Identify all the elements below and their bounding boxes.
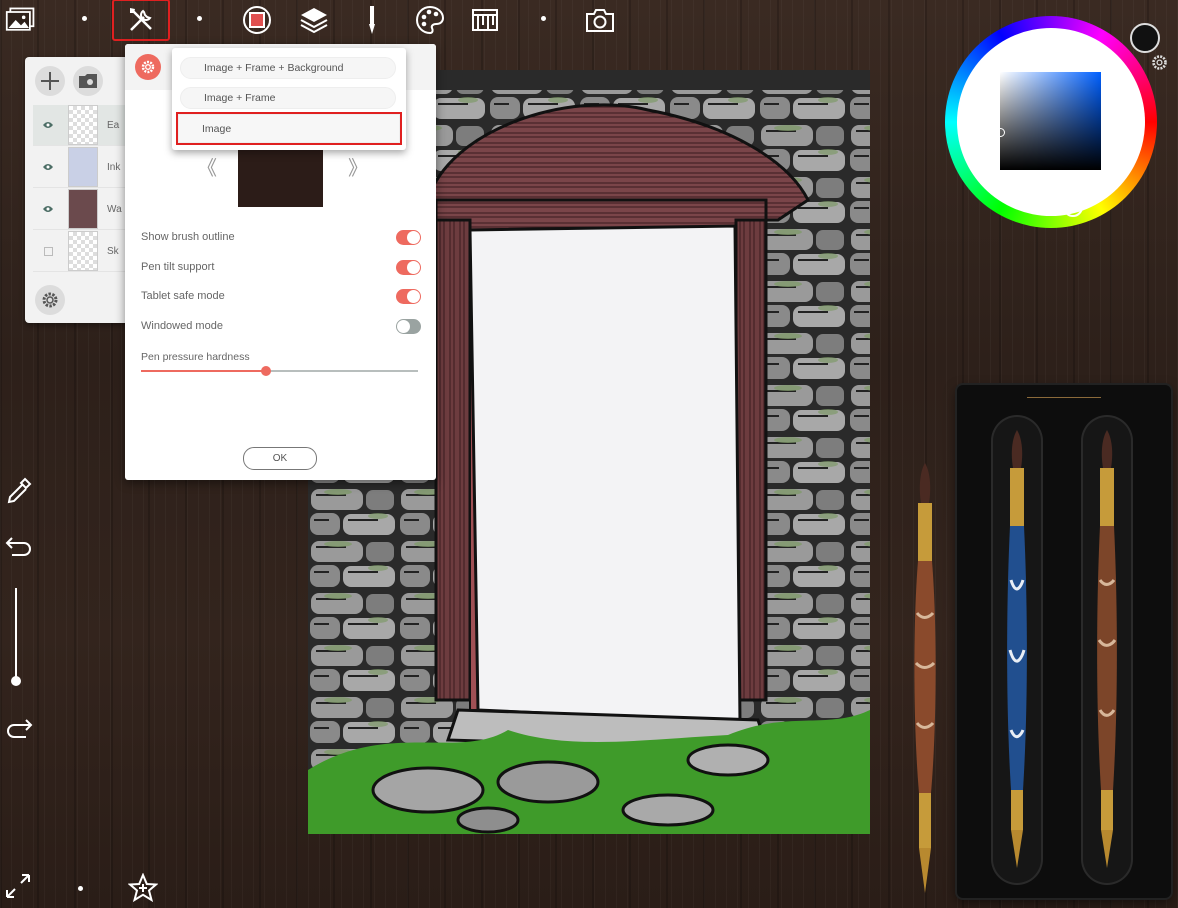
eye-icon[interactable] [33, 205, 63, 213]
setting-show-brush-outline: Show brush outline [141, 227, 421, 247]
option-image-frame-background[interactable]: Image + Frame + Background [180, 57, 396, 79]
toolbar-separator-dot [197, 16, 202, 21]
camera-icon[interactable] [584, 4, 616, 36]
frame-icon[interactable] [241, 4, 273, 36]
eye-icon[interactable] [33, 121, 63, 129]
layer-thumbnail [68, 189, 98, 229]
setting-windowed-mode: Windowed mode [141, 316, 421, 336]
export-option-dropdown: Image + Frame + Background Image + Frame… [172, 48, 406, 150]
slider-handle[interactable] [11, 676, 21, 686]
layer-thumbnail [68, 231, 98, 271]
settings-gear-icon[interactable] [135, 54, 161, 80]
toolbar-separator-dot [78, 886, 83, 891]
fullscreen-icon[interactable] [4, 872, 32, 900]
pen-tilt-support-toggle[interactable] [396, 259, 421, 275]
palette-icon[interactable] [414, 4, 446, 36]
color-handle[interactable] [996, 128, 1005, 137]
layer-row[interactable]: Sk [33, 231, 137, 272]
hue-handle[interactable] [1063, 197, 1083, 217]
previous-frame-button[interactable]: 《 [197, 152, 217, 181]
layer-thumbnail [68, 105, 98, 145]
ok-button[interactable]: OK [243, 447, 317, 470]
slider-handle[interactable] [260, 366, 271, 376]
toolbar-separator-dot [82, 16, 87, 21]
setting-label: Tablet safe mode [141, 290, 225, 302]
layers-icon[interactable] [298, 4, 330, 36]
layer-thumbnail [68, 147, 98, 187]
wood-paintbrush-icon[interactable] [1090, 430, 1124, 870]
pen-pressure-label: Pen pressure hardness [141, 351, 250, 363]
eye-icon[interactable] [33, 163, 63, 171]
case-accent-line [1027, 397, 1101, 398]
frame-preview [238, 148, 323, 207]
blue-paintbrush-icon[interactable] [1000, 430, 1034, 870]
layer-row[interactable]: Ink [33, 147, 137, 188]
setting-tablet-safe-mode: Tablet safe mode [141, 286, 421, 306]
gallery-icon[interactable] [5, 4, 37, 36]
layer-name: Wa [107, 203, 122, 215]
option-image[interactable]: Image [176, 112, 402, 145]
setting-label: Pen tilt support [141, 261, 215, 273]
eyedropper-icon[interactable] [5, 476, 33, 506]
option-image-frame[interactable]: Image + Frame [180, 87, 396, 109]
undo-icon[interactable] [4, 534, 34, 558]
favorites-star-icon[interactable] [128, 873, 158, 903]
next-frame-button[interactable]: 》 [348, 152, 368, 181]
hidden-checkbox-icon[interactable] [33, 246, 63, 256]
layer-row[interactable]: Wa [33, 189, 137, 230]
tablet-safe-mode-toggle[interactable] [396, 288, 421, 304]
color-settings-gear-icon[interactable] [1151, 54, 1168, 71]
layer-name: Ink [107, 161, 121, 173]
toolbar-separator-dot [541, 16, 546, 21]
windowed-mode-toggle[interactable] [396, 318, 421, 334]
setting-label: Windowed mode [141, 320, 223, 332]
pen-pressure-slider[interactable] [141, 366, 418, 376]
layers-panel: Ea Ink Wa Sk [25, 57, 137, 323]
redo-icon[interactable] [4, 716, 34, 740]
show-brush-outline-toggle[interactable] [396, 229, 421, 245]
tools-icon[interactable] [112, 0, 170, 41]
brush-size-slider[interactable] [11, 588, 21, 686]
setting-pen-tilt-support: Pen tilt support [141, 257, 421, 277]
brush-icon[interactable] [356, 4, 388, 36]
layer-name: Ea [107, 119, 120, 131]
import-image-layer-button[interactable] [73, 66, 103, 96]
current-color-swatch[interactable] [1130, 23, 1160, 53]
saturation-brightness-square[interactable] [996, 72, 1101, 170]
layer-settings-gear-icon[interactable] [35, 285, 65, 315]
add-layer-button[interactable] [35, 66, 65, 96]
setting-label: Show brush outline [141, 231, 235, 243]
layer-row[interactable]: Ea [33, 105, 137, 146]
loose-paintbrush-icon[interactable] [905, 463, 945, 895]
brush-case [957, 385, 1171, 898]
ruler-icon[interactable] [469, 4, 501, 36]
layer-name: Sk [107, 245, 119, 257]
